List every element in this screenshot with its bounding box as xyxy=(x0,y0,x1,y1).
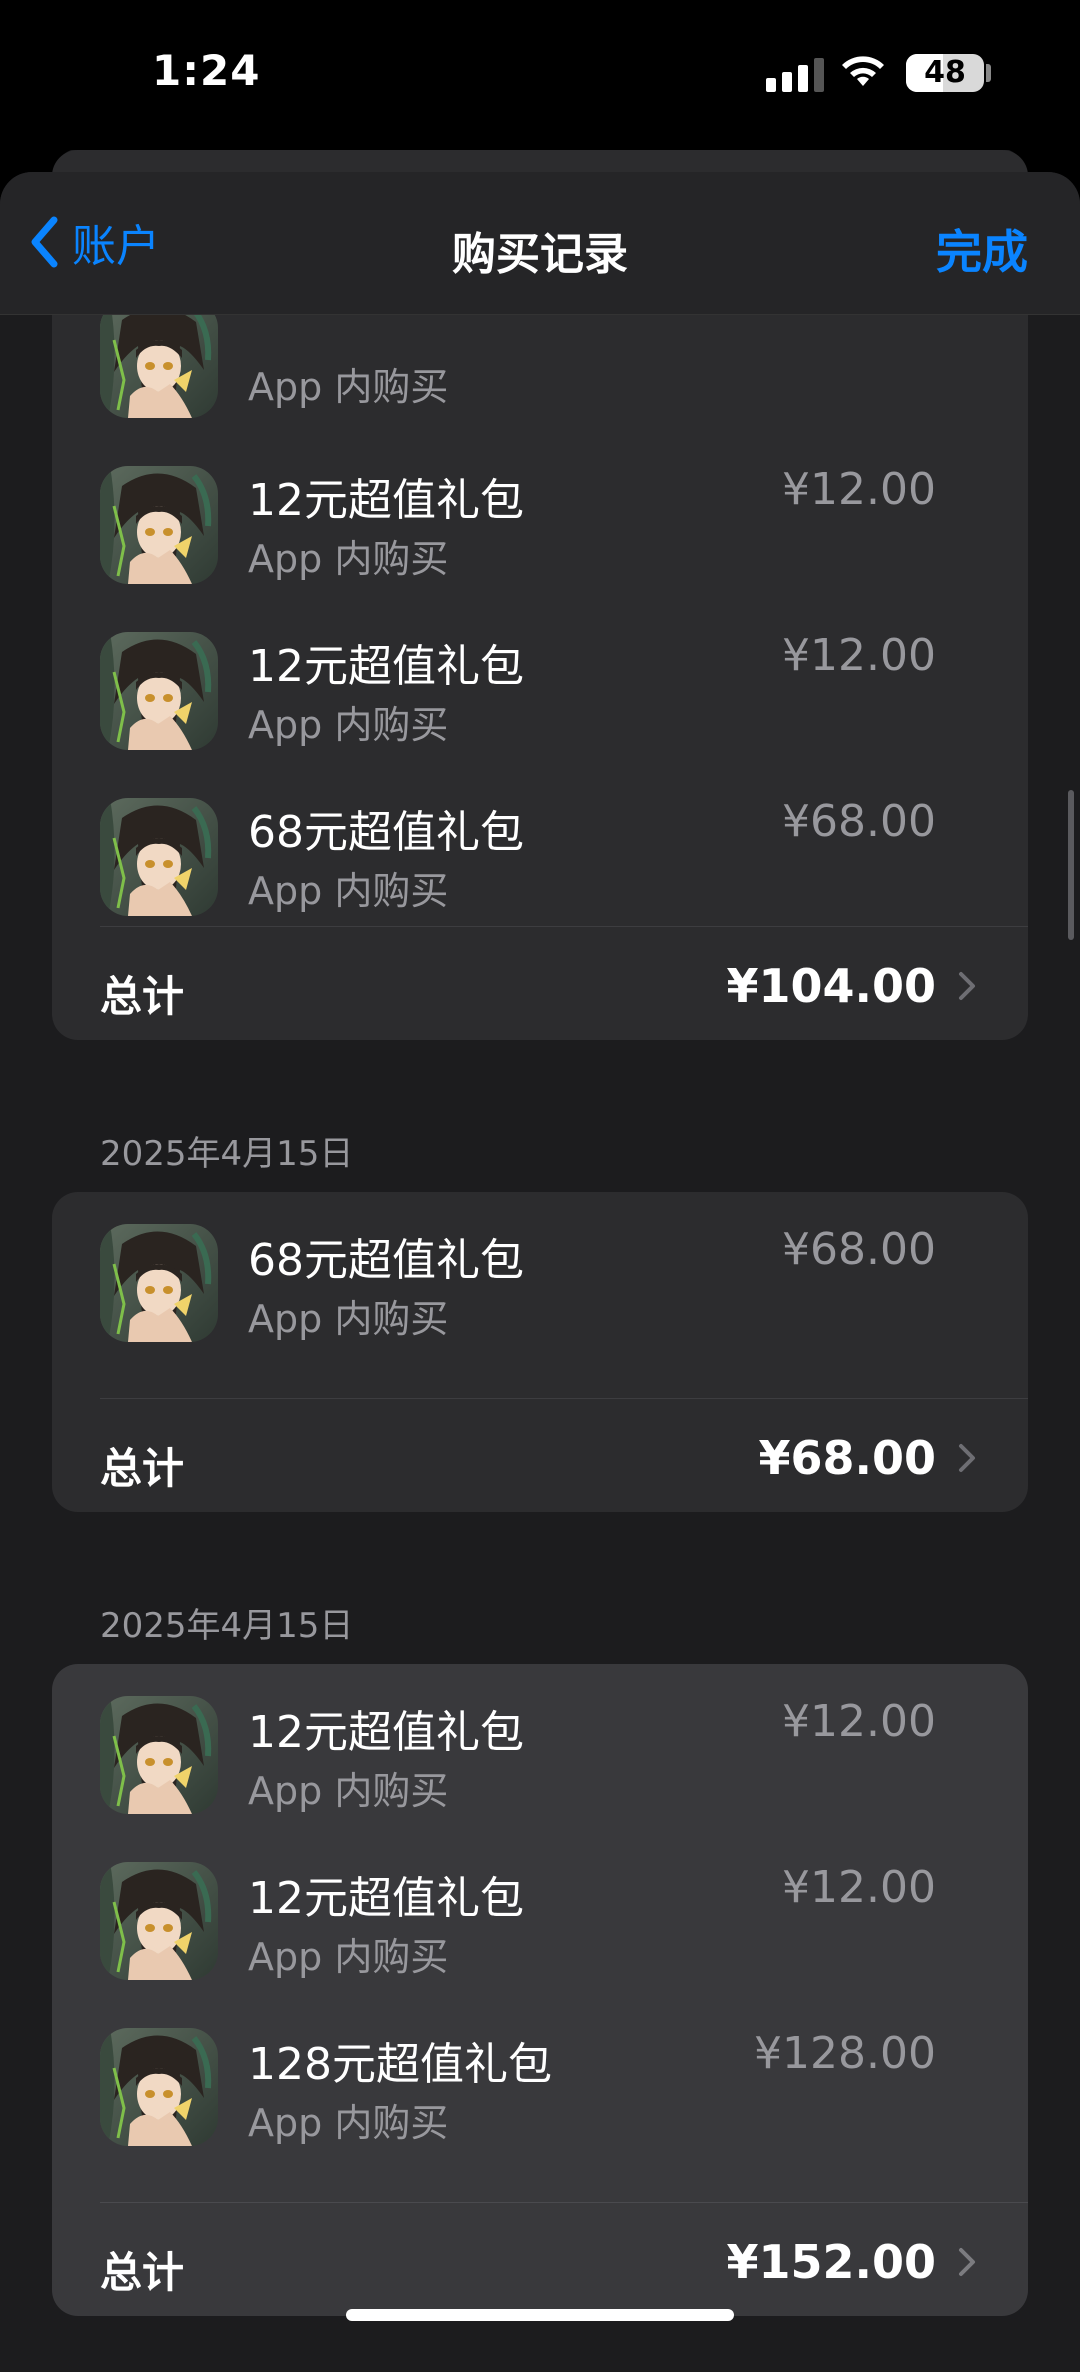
total-value: ¥152.00 xyxy=(726,2235,936,2289)
purchase-type: App 内购买 xyxy=(248,1297,449,1341)
done-button[interactable]: 完成 xyxy=(936,216,1028,282)
purchase-row[interactable]: 12元超值礼包 App 内购买 ¥12.00 xyxy=(52,1850,1028,2016)
status-time: 1:24 xyxy=(152,46,261,95)
purchase-row[interactable]: 68元超值礼包 App 内购买 ¥68.00 xyxy=(52,774,1028,940)
purchase-group-card: 12元超值礼包 App 内购买 ¥12.00 12元超值礼包 App 内购买 ¥… xyxy=(52,1664,1028,2316)
item-price: ¥12.00 xyxy=(782,630,936,681)
section-date: 2025年4月15日 xyxy=(100,1606,354,1646)
app-icon xyxy=(100,300,218,418)
item-price: ¥12.00 xyxy=(782,464,936,515)
app-icon xyxy=(100,1696,218,1814)
app-icon xyxy=(100,1862,218,1980)
total-label: 总计 xyxy=(100,972,185,1021)
purchase-type: App 内购买 xyxy=(248,1769,449,1813)
item-name: 12元超值礼包 xyxy=(248,641,524,692)
app-icon xyxy=(100,466,218,584)
item-name: 68元超值礼包 xyxy=(248,807,524,858)
item-price: ¥128.00 xyxy=(754,2028,936,2079)
purchase-row[interactable]: 12元超值礼包 App 内购买 ¥12.00 xyxy=(52,608,1028,774)
section-date: 2025年4月15日 xyxy=(100,1134,354,1174)
item-price: ¥68.00 xyxy=(782,1224,936,1275)
app-icon xyxy=(100,632,218,750)
total-value: ¥104.00 xyxy=(726,959,936,1013)
home-indicator[interactable] xyxy=(346,2309,734,2321)
purchase-group-card: 68元超值礼包 App 内购买 ¥68.00 总计 ¥68.00 xyxy=(52,1192,1028,1512)
total-label: 总计 xyxy=(100,1444,185,1493)
purchase-row[interactable]: 12元超值礼包 App 内购买 ¥12.00 xyxy=(52,1684,1028,1850)
item-price: ¥68.00 xyxy=(782,796,936,847)
purchase-type: App 内购买 xyxy=(248,365,449,409)
chevron-right-icon xyxy=(959,2248,975,2276)
item-name: 12元超值礼包 xyxy=(248,1873,524,1924)
purchase-type: App 内购买 xyxy=(248,1935,449,1979)
purchase-type: App 内购买 xyxy=(248,703,449,747)
chevron-right-icon xyxy=(959,972,975,1000)
purchase-row[interactable]: 12元超值礼包 App 内购买 ¥12.00 xyxy=(52,442,1028,608)
navigation-bar: 账户 购买记录 完成 xyxy=(0,172,1080,315)
battery-level: 48 xyxy=(924,55,966,90)
wifi-icon xyxy=(842,56,884,86)
scroll-indicator[interactable] xyxy=(1068,790,1074,940)
chevron-right-icon xyxy=(959,1444,975,1472)
app-icon xyxy=(100,1224,218,1342)
status-bar: 1:24 48 xyxy=(0,0,1080,150)
app-icon xyxy=(100,2028,218,2146)
purchase-type: App 内购买 xyxy=(248,869,449,913)
total-label: 总计 xyxy=(100,2248,185,2297)
item-name: 128元超值礼包 xyxy=(248,2039,552,2090)
total-row[interactable]: 总计 ¥104.00 xyxy=(52,927,1028,1040)
purchase-row[interactable]: 128元超值礼包 App 内购买 ¥128.00 xyxy=(52,2016,1028,2182)
battery-icon: 48 xyxy=(906,54,984,92)
purchase-row[interactable]: 68元超值礼包 App 内购买 ¥68.00 xyxy=(52,1212,1028,1378)
purchase-type: App 内购买 xyxy=(248,537,449,581)
total-row[interactable]: 总计 ¥152.00 xyxy=(52,2203,1028,2316)
total-row[interactable]: 总计 ¥68.00 xyxy=(52,1399,1028,1512)
purchase-type: App 内购买 xyxy=(248,2101,449,2145)
page-title: 购买记录 xyxy=(452,229,628,280)
item-name: 12元超值礼包 xyxy=(248,1707,524,1758)
item-price: ¥12.00 xyxy=(782,1696,936,1747)
cellular-signal-icon xyxy=(766,56,826,92)
app-icon xyxy=(100,798,218,916)
item-name: 12元超值礼包 xyxy=(248,475,524,526)
item-name: 68元超值礼包 xyxy=(248,1235,524,1286)
total-value: ¥68.00 xyxy=(758,1431,936,1485)
item-price: ¥12.00 xyxy=(782,1862,936,1913)
